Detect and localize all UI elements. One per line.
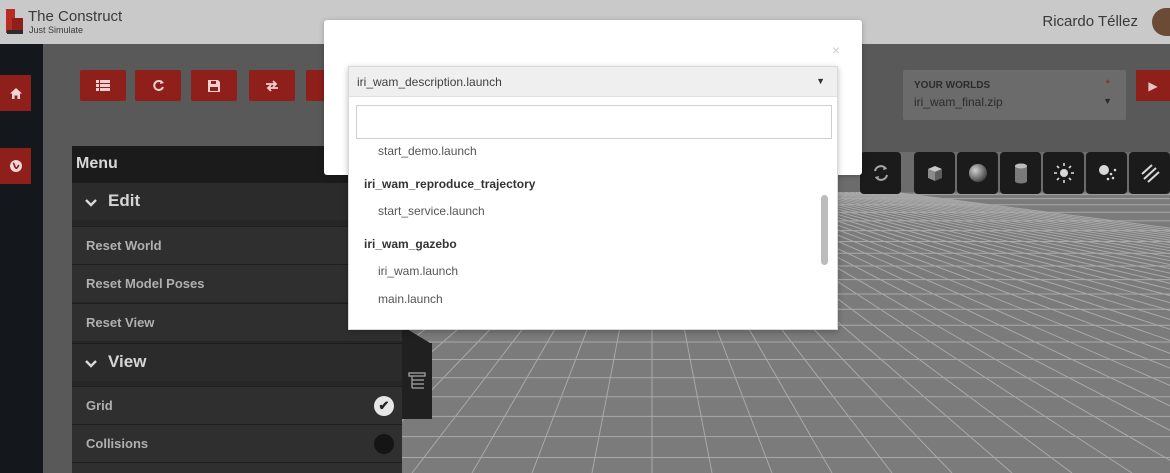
menu-item-label: Grid: [86, 398, 113, 413]
option-group-iri-wam-gazebo: iri_wam_gazebo: [364, 237, 457, 251]
caret-down-icon: ▼: [816, 76, 825, 86]
refresh-icon: [152, 80, 164, 91]
option-start-demo[interactable]: start_demo.launch: [378, 144, 477, 158]
rotate-tool[interactable]: [860, 152, 901, 194]
chevron-down-icon: [85, 199, 97, 207]
box-tool[interactable]: [914, 152, 955, 194]
tree-icon: [408, 372, 426, 389]
cylinder-tool[interactable]: [1000, 152, 1041, 194]
select-current-value[interactable]: iri_wam_description.launch ▼: [349, 67, 837, 97]
cylinder-icon: [1014, 163, 1027, 184]
menu-item-label: Reset Model Poses: [86, 276, 205, 291]
option-group-reproduce-trajectory: iri_wam_reproduce_trajectory: [364, 177, 536, 191]
option-start-service[interactable]: start_service.launch: [378, 204, 485, 218]
section-view[interactable]: View: [72, 343, 402, 381]
grid-toggle-checked[interactable]: ✔: [374, 396, 394, 416]
worlds-label: YOUR WORLDS: [914, 80, 991, 91]
user-name[interactable]: Ricardo Téllez: [1042, 13, 1138, 30]
extra-button[interactable]: [306, 70, 326, 101]
save-button[interactable]: [191, 70, 237, 101]
tree-toggle-tab[interactable]: [402, 343, 432, 419]
worlds-selector[interactable]: YOUR WORLDS * iri_wam_final.zip ▼: [903, 70, 1126, 120]
scrollbar-thumb[interactable]: [821, 195, 828, 265]
menu-item-label: Reset World: [86, 238, 162, 253]
globe-icon: [9, 160, 22, 172]
sphere-icon: [968, 164, 987, 182]
menu-item-grid[interactable]: Grid ✔: [72, 386, 402, 424]
list-button[interactable]: [80, 70, 126, 101]
selected-launch-file: iri_wam_description.launch: [357, 75, 502, 89]
section-view-label: View: [108, 352, 147, 371]
sun-icon: [1053, 163, 1074, 183]
left-nav: [0, 44, 43, 473]
menu-item-label: Reset View: [86, 315, 155, 330]
home-icon: [9, 87, 22, 99]
menu-item-label: Collisions: [86, 436, 149, 451]
chevron-down-icon: [85, 360, 97, 368]
refresh-button[interactable]: [135, 70, 181, 101]
logo-icon: [6, 9, 23, 34]
brand-title: The Construct: [28, 8, 123, 25]
menu-item-collisions[interactable]: Collisions: [72, 424, 402, 462]
option-main[interactable]: main.launch: [378, 292, 443, 306]
sphere-tool[interactable]: [957, 152, 998, 194]
point-light-icon: [1098, 165, 1116, 181]
sun-tool[interactable]: [1043, 152, 1084, 194]
directional-light-icon: [1140, 164, 1160, 183]
caret-down-icon: ▼: [1103, 96, 1112, 106]
avatar[interactable]: [1152, 8, 1170, 36]
select-search-input[interactable]: [356, 105, 832, 139]
box-icon: [927, 166, 942, 181]
point-light-tool[interactable]: [1086, 152, 1127, 194]
list-icon: [96, 80, 110, 91]
section-edit-label: Edit: [108, 191, 141, 210]
launch-file-select[interactable]: iri_wam_description.launch ▼ start_demo.…: [348, 66, 838, 330]
option-iri-wam[interactable]: iri_wam.launch: [378, 264, 458, 278]
launch-button[interactable]: ▶: [1136, 70, 1170, 101]
globe-button[interactable]: [0, 148, 31, 184]
collisions-toggle-unchecked[interactable]: [374, 434, 394, 454]
directional-light-tool[interactable]: [1129, 152, 1170, 194]
worlds-selected-value: iri_wam_final.zip: [914, 95, 1003, 109]
brand-subtitle: Just Simulate: [29, 25, 84, 35]
close-icon[interactable]: ×: [832, 42, 840, 58]
required-mark: *: [1105, 78, 1110, 90]
home-button[interactable]: [0, 75, 31, 111]
menu-item-next: [72, 462, 402, 473]
rotate-icon: [873, 165, 888, 181]
swap-button[interactable]: [249, 70, 295, 101]
save-icon: [208, 79, 220, 92]
play-icon: ▶: [1148, 78, 1158, 93]
swap-icon: [266, 79, 278, 92]
